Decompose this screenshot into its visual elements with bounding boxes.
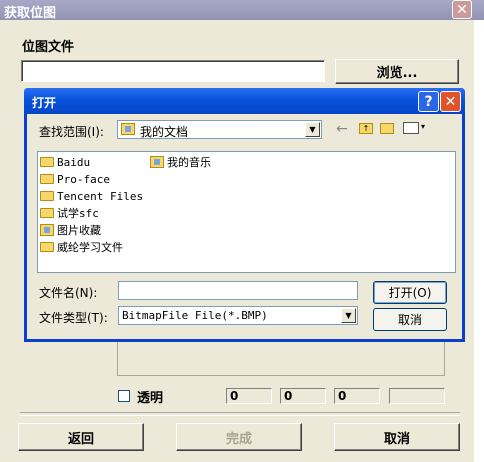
folder-icon	[40, 174, 54, 184]
value-box-1: 0	[226, 388, 272, 404]
help-button[interactable]: ?	[418, 91, 439, 112]
transparent-label: 透明	[137, 391, 164, 406]
file-list[interactable]: Baidu Pro-face Tencent Files 试学sfc 图片收藏 …	[37, 151, 456, 273]
bitmap-file-label: 位图文件	[22, 40, 75, 55]
open-dialog-title: 打开	[32, 96, 57, 110]
chevron-down-icon: ▼	[341, 308, 356, 323]
folder-icon	[40, 242, 54, 252]
finish-button[interactable]: 完成	[176, 423, 302, 451]
chevron-down-icon: ▼	[305, 122, 320, 137]
filename-label: 文件名(N):	[39, 286, 98, 300]
look-in-label: 查找范围(I):	[39, 125, 104, 139]
transparent-checkbox[interactable]	[118, 390, 130, 402]
back-arrow-icon[interactable]: ←	[336, 121, 348, 137]
list-item[interactable]: 威纶学习文件	[40, 239, 123, 255]
open-button[interactable]: 打开(O)	[373, 281, 447, 304]
view-menu-icon[interactable]	[403, 122, 419, 134]
browse-button[interactable]: 浏览...	[335, 59, 459, 84]
value-box-4	[389, 388, 445, 404]
list-item[interactable]: Pro-face	[40, 171, 110, 187]
close-icon: ✕	[444, 93, 457, 110]
outer-cancel-button[interactable]: 取消	[334, 423, 460, 451]
open-dialog-title-bar[interactable]: 打开 ? ✕	[24, 88, 465, 114]
outer-dialog-title: 获取位图	[4, 6, 57, 21]
list-item[interactable]: Baidu	[40, 154, 90, 170]
filetype-label: 文件类型(T):	[39, 311, 108, 325]
value-box-3: 0	[334, 388, 380, 404]
pictures-folder-icon	[40, 224, 54, 236]
list-item[interactable]: 图片收藏	[40, 222, 101, 238]
folder-icon	[40, 191, 54, 201]
outer-close-button[interactable]: ✕	[452, 0, 472, 19]
view-menu-chevron-icon[interactable]: ▾	[421, 122, 425, 131]
folder-icon	[40, 157, 54, 167]
open-file-dialog: 打开 ? ✕ 查找范围(I): 我的文档 ▼ ← ↑ ▾ Baidu Pro-f…	[24, 88, 465, 342]
up-folder-icon[interactable]: ↑	[359, 123, 373, 134]
filetype-dropdown[interactable]: BitmapFile File(*.BMP) ▼	[118, 306, 358, 325]
filetype-value: BitmapFile File(*.BMP)	[122, 309, 268, 322]
look-in-dropdown[interactable]: 我的文档 ▼	[117, 120, 322, 139]
close-icon: ✕	[456, 1, 468, 18]
help-icon: ?	[424, 93, 433, 110]
filename-input[interactable]	[118, 281, 358, 300]
value-box-2: 0	[280, 388, 326, 404]
outer-title-bar[interactable]: 获取位图 ✕	[0, 0, 484, 21]
list-item[interactable]: 我的音乐	[150, 154, 211, 170]
music-folder-icon	[150, 156, 164, 168]
look-in-value: 我的文档	[140, 125, 189, 139]
new-folder-icon[interactable]	[380, 123, 394, 134]
back-button[interactable]: 返回	[18, 423, 144, 451]
open-dialog-close-button[interactable]: ✕	[440, 91, 461, 112]
separator	[20, 412, 460, 416]
background-strip	[474, 20, 484, 462]
list-item[interactable]: 试学sfc	[40, 205, 99, 221]
open-dialog-body: 查找范围(I): 我的文档 ▼ ← ↑ ▾ Baidu Pro-face Ten…	[27, 114, 462, 339]
folder-icon	[40, 208, 54, 218]
my-documents-icon	[121, 123, 135, 135]
bitmap-file-input[interactable]	[21, 60, 325, 82]
open-dialog-cancel-button[interactable]: 取消	[373, 308, 447, 331]
list-item[interactable]: Tencent Files	[40, 188, 143, 204]
